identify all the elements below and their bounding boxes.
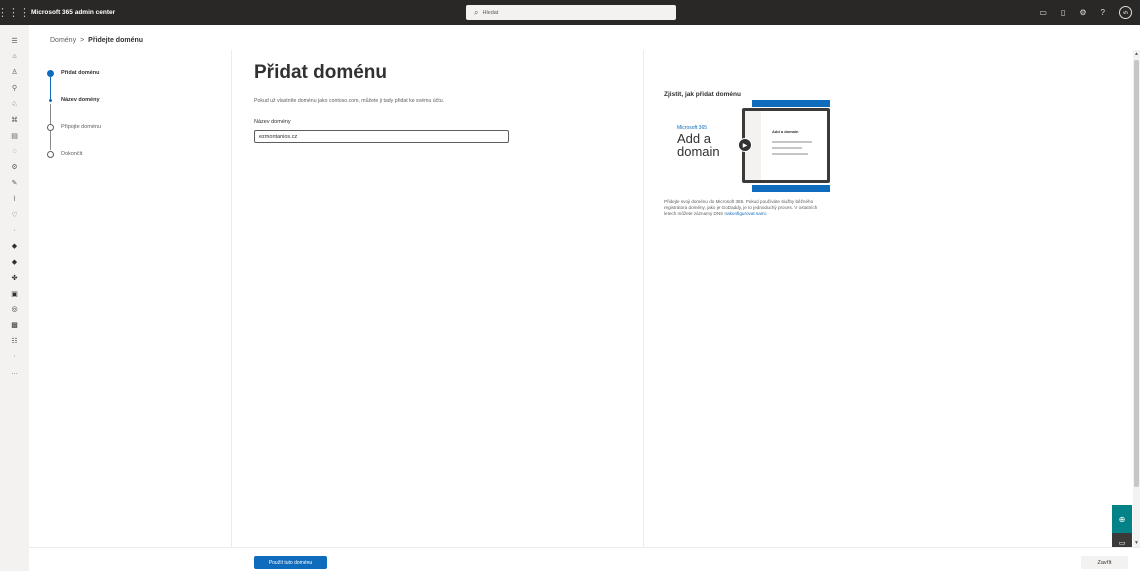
panel-divider xyxy=(231,50,232,547)
more-icon[interactable]: … xyxy=(0,365,29,381)
setup-icon[interactable]: ✎ xyxy=(0,175,29,191)
settings-nav-icon[interactable]: ⚙ xyxy=(0,159,29,175)
roles-icon[interactable]: ♘ xyxy=(0,96,29,112)
help-text: Přidejte svoji doménu do Microsoft 365. … xyxy=(664,199,824,218)
domain-name-label: Název domény xyxy=(254,119,291,125)
step-label: Připojte doménu xyxy=(61,124,102,130)
play-icon[interactable]: ▶ xyxy=(738,138,752,152)
scroll-down-icon[interactable]: ▼ xyxy=(1133,539,1140,547)
video-screen-line xyxy=(772,141,812,143)
help-video[interactable]: Add a domain Microsoft 365 Add a domain … xyxy=(664,100,830,192)
help-chat-icon: ⊕ xyxy=(1118,514,1126,524)
close-button[interactable]: Zavřít xyxy=(1081,556,1128,569)
breadcrumb-separator-icon: > xyxy=(80,37,85,44)
video-heading-line2: domain xyxy=(677,144,720,159)
search-box[interactable]: ⌕ Hledat xyxy=(466,5,676,20)
breadcrumb-current: Přidejte doménu xyxy=(88,37,144,44)
nav-divider-2: · xyxy=(13,353,16,361)
left-nav: ☰ ⌂ ♙ ⚲ ♘ ⌘ ▤ ◌ ⚙ ✎ ⌇ ♡ · ◆ ◆ ✤ ▣ ◎ ▩ ☷ … xyxy=(0,25,29,571)
wizard-steps: Přidat doménu Název domény Připojte domé… xyxy=(46,68,226,176)
screen-icon[interactable]: ▭ xyxy=(1039,8,1047,17)
page-description: Pokud už vlastníte doménu jako contoso.c… xyxy=(254,98,445,104)
top-right-icons: ▭ ▯ ⚙ ? vh xyxy=(1039,0,1132,25)
support-icon[interactable]: ◌ xyxy=(0,144,29,160)
menu-collapse-icon[interactable]: ☰ xyxy=(0,33,29,49)
endpoint-manager-icon[interactable]: ✤ xyxy=(0,270,29,286)
step-finish: Dokončit xyxy=(46,149,226,176)
video-heading: Add a domain xyxy=(677,132,720,158)
search-icon: ⌕ xyxy=(474,7,479,17)
scroll-thumb[interactable] xyxy=(1134,60,1139,487)
step-label: Přidat doménu xyxy=(61,70,100,76)
scroll-up-icon[interactable]: ▲ xyxy=(1133,50,1140,58)
step-empty-icon xyxy=(47,124,54,131)
step-label: Název domény xyxy=(61,97,100,103)
video-decoration xyxy=(752,185,830,192)
exchange-icon[interactable]: ▣ xyxy=(0,286,29,302)
device-icon[interactable]: ▯ xyxy=(1061,8,1065,17)
video-screen-line xyxy=(772,147,802,149)
step-empty-icon xyxy=(47,151,54,158)
compliance-icon[interactable]: ◆ xyxy=(0,254,29,270)
top-bar: ⋮⋮⋮ Microsoft 365 admin center ⌕ Hledat … xyxy=(0,0,1140,25)
step-add-domain: Přidat doménu xyxy=(46,68,226,95)
step-domain-name: Název domény xyxy=(46,95,226,122)
step-filled-icon xyxy=(47,70,54,77)
app-title[interactable]: Microsoft 365 admin center xyxy=(31,9,115,16)
search-placeholder: Hledat xyxy=(482,9,499,16)
page-title: Přidat doménu xyxy=(254,62,388,83)
sharepoint-icon[interactable]: ◎ xyxy=(0,302,29,318)
domain-name-input[interactable]: ezmontanios.cz xyxy=(254,130,509,143)
resources-icon[interactable]: ⌘ xyxy=(0,112,29,128)
settings-icon[interactable]: ⚙ xyxy=(1079,8,1086,17)
nav-divider: · xyxy=(13,226,16,234)
help-icon[interactable]: ? xyxy=(1101,8,1105,17)
user-icon[interactable]: ♙ xyxy=(0,65,29,81)
breadcrumb: Domény > Přidejte doménu xyxy=(50,37,143,44)
panel-divider xyxy=(643,50,644,547)
footer: Použít tuto doménu Zavřít xyxy=(29,547,1140,571)
help-link[interactable]: nakonfigurovat sami. xyxy=(725,211,767,216)
teams-icon[interactable]: ⚲ xyxy=(0,80,29,96)
home-icon[interactable]: ⌂ xyxy=(0,49,29,65)
video-decoration xyxy=(752,100,830,107)
scrollbar[interactable]: ▲ ▼ xyxy=(1133,50,1140,547)
video-laptop: Add a domain xyxy=(742,108,830,183)
breadcrumb-parent[interactable]: Domény xyxy=(50,37,76,44)
help-chat-button[interactable]: ⊕ xyxy=(1112,505,1132,533)
health-icon[interactable]: ♡ xyxy=(0,207,29,223)
step-label: Dokončit xyxy=(61,151,83,157)
teams-admin-icon[interactable]: ▩ xyxy=(0,317,29,333)
use-domain-button[interactable]: Použít tuto doménu xyxy=(254,556,327,569)
video-screen-title: Add a domain xyxy=(772,129,799,134)
help-title: Zjistit, jak přidat doménu xyxy=(664,91,741,98)
security-icon[interactable]: ◆ xyxy=(0,238,29,254)
reports-icon[interactable]: ⌇ xyxy=(0,191,29,207)
video-screen: Add a domain xyxy=(745,111,827,180)
step-connect-domain: Připojte doménu xyxy=(46,122,226,149)
all-admin-centers-icon[interactable]: ☷ xyxy=(0,333,29,349)
billing-icon[interactable]: ▤ xyxy=(0,128,29,144)
feedback-icon: ▭ xyxy=(1118,540,1126,547)
avatar[interactable]: vh xyxy=(1119,6,1132,19)
step-substep-icon xyxy=(49,99,52,102)
video-screen-line xyxy=(772,153,808,155)
app-launcher-icon[interactable]: ⋮⋮⋮ xyxy=(0,0,30,25)
